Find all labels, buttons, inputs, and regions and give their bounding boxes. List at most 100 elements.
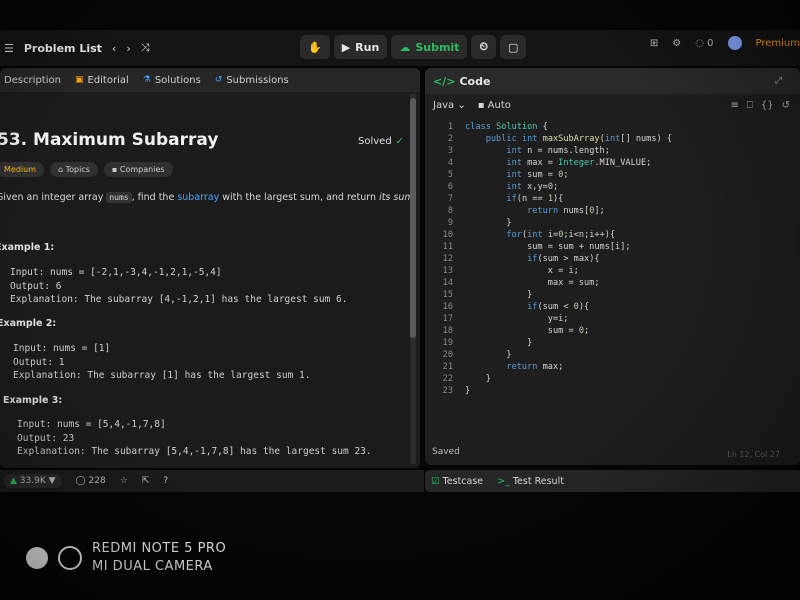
code-text: int sum = 0; <box>506 170 569 180</box>
code-text: if(n == 1){ <box>506 194 564 204</box>
save-status: Saved <box>432 447 460 457</box>
line-number: 17 <box>442 314 453 324</box>
description-scrollbar[interactable] <box>410 98 416 338</box>
code-text: } <box>465 338 533 348</box>
avatar[interactable] <box>727 36 742 50</box>
camera-watermark: REDMI NOTE 5 PRO MI DUAL CAMERA <box>26 540 226 576</box>
streak[interactable]: ◌ 0 <box>695 38 713 49</box>
code-text: } <box>465 350 512 360</box>
tab-editorial-label: Editorial <box>87 74 129 86</box>
lock-icon: ▪ <box>477 99 485 111</box>
example-3-title: Example 3: <box>3 395 63 406</box>
line-number: 10 <box>442 230 453 240</box>
run-button[interactable]: ▶ Run <box>333 35 388 59</box>
bookmark-icon[interactable]: ⎕ <box>747 100 753 111</box>
premium-link[interactable]: Premium <box>756 38 800 49</box>
watermark-text: REDMI NOTE 5 PRO MI DUAL CAMERA <box>92 540 226 576</box>
line-number: 5 <box>447 170 453 180</box>
code-text: int n = nums.length; <box>506 146 610 156</box>
watermark-line2: MI DUAL CAMERA <box>92 559 213 574</box>
line-number: 1 <box>447 122 453 132</box>
example-1-title: Example 1: <box>0 242 55 253</box>
comments-button[interactable]: ◯ 228 <box>76 476 106 486</box>
solved-status: Solved ✓ <box>358 136 404 147</box>
line-number: 2 <box>447 134 453 144</box>
code-text: int x,y=0; <box>506 182 559 192</box>
notes-icon: ▢ <box>508 40 519 54</box>
expand-icon[interactable]: ⤢ <box>775 76 782 86</box>
auto-mode[interactable]: ▪ Auto <box>478 100 511 111</box>
tab-solutions[interactable]: ⚗ Solutions <box>143 75 201 86</box>
example-3-output: Output: 23 <box>17 432 75 444</box>
example-1-block: Input: nums = [-2,1,-3,4,-1,2,1,-5,4] Out… <box>10 266 347 307</box>
desc-suffix: with the largest sum, and return <box>219 192 380 203</box>
prev-problem-icon[interactable]: ‹ <box>112 42 116 55</box>
share-icon[interactable]: ⇱ <box>142 476 150 486</box>
code-text: } <box>465 290 533 300</box>
like-count: 33.9K <box>19 476 46 486</box>
timer-button[interactable]: ⏲ <box>471 35 497 59</box>
shuffle-icon[interactable]: ⤨ <box>141 41 150 55</box>
line-number: 19 <box>442 338 453 348</box>
example-2-explanation: Explanation: The subarray [1] has the la… <box>13 370 311 381</box>
test-bar: ☑ Testcase >_ Test Result <box>425 470 800 492</box>
example-1-output: Output: 6 <box>10 280 62 292</box>
code-panel: </> Code ⤢ Java ⌄ ▪ Auto ≡ ⎕ {} ↺ 1 class… <box>425 68 800 465</box>
timer-icon: ⏲ <box>479 40 489 53</box>
desc-emphasis: its sum <box>379 192 414 203</box>
topics-label: Topics <box>65 165 90 174</box>
subarray-link[interactable]: subarray <box>177 192 219 203</box>
problem-title: 53. Maximum Subarray <box>0 130 219 150</box>
like-button[interactable]: ▲ 33.9K ▼ <box>4 474 62 488</box>
line-number: 23 <box>442 386 453 396</box>
example-2-title: Example 2: <box>0 318 57 329</box>
fire-icon: ◌ <box>695 37 704 49</box>
star-icon[interactable]: ☆ <box>120 476 128 486</box>
editor-tools: ≡ ⎕ {} ↺ <box>730 100 790 111</box>
submit-button[interactable]: ☁ Submit <box>391 35 468 59</box>
lock-icon: ▪ <box>111 165 118 174</box>
comment-icon: ◯ <box>75 476 86 486</box>
code-text: sum = sum + nums[i]; <box>465 242 631 252</box>
example-3-block: Input: nums = [5,4,-1,7,8] Output: 23 Expl… <box>17 418 372 459</box>
streak-count: 0 <box>707 37 714 49</box>
problem-list-link[interactable]: Problem List <box>24 42 102 55</box>
tab-test-result[interactable]: >_ Test Result <box>497 476 564 487</box>
companies-tag[interactable]: ▪ Companies <box>103 162 173 177</box>
tag-icon: ⌂ <box>58 165 64 174</box>
tab-editorial[interactable]: ▣ Editorial <box>75 75 129 86</box>
code-text: if(sum < 0){ <box>527 302 590 312</box>
thumbs-down-icon[interactable]: ▼ <box>49 476 56 486</box>
tab-testcase[interactable]: ☑ Testcase <box>431 476 483 487</box>
chevron-down-icon: ⌄ <box>457 99 466 111</box>
format-icon[interactable]: ≡ <box>730 100 738 111</box>
notes-button[interactable]: ▢ <box>500 35 527 59</box>
tab-submissions[interactable]: ↺ Submissions <box>215 75 289 86</box>
description-footer: ▲ 33.9K ▼ ◯ 228 ☆ ⇱ ? <box>0 470 424 492</box>
language-select[interactable]: Java ⌄ <box>433 100 466 111</box>
top-bar-right: ⊞ ⚙ ◌ 0 Premium <box>650 36 800 50</box>
settings-icon[interactable]: ⚙ <box>672 38 681 49</box>
code-editor[interactable]: 1 class Solution {2 public int maxSubArra… <box>425 122 800 422</box>
line-number: 12 <box>442 254 453 264</box>
braces-icon[interactable]: {} <box>761 100 774 111</box>
run-controls: ✋ ▶ Run ☁ Submit ⏲ ▢ <box>300 34 527 60</box>
tab-description[interactable]: Description <box>4 75 61 86</box>
list-icon[interactable]: ☰ <box>4 42 14 55</box>
help-icon[interactable]: ? <box>163 476 168 486</box>
debug-button[interactable]: ✋ <box>300 35 330 59</box>
line-number: 22 <box>442 374 453 384</box>
book-icon: ▣ <box>74 75 84 85</box>
reset-icon[interactable]: ↺ <box>782 100 790 111</box>
bug-icon: ✋ <box>308 40 322 54</box>
next-problem-icon[interactable]: › <box>126 42 130 55</box>
layout-icon[interactable]: ⊞ <box>650 38 658 49</box>
code-text: int max = Integer.MIN_VALUE; <box>506 158 652 168</box>
checkbox-icon: ☑ <box>431 475 440 487</box>
line-number: 13 <box>442 266 453 276</box>
description-tabs: Description ▣ Editorial ⚗ Solutions ↺ Su… <box>0 68 420 92</box>
desc-code: nums <box>106 192 132 203</box>
topics-tag[interactable]: ⌂ Topics <box>50 162 98 177</box>
tab-submissions-label: Submissions <box>226 74 289 86</box>
auto-label: Auto <box>487 99 511 111</box>
